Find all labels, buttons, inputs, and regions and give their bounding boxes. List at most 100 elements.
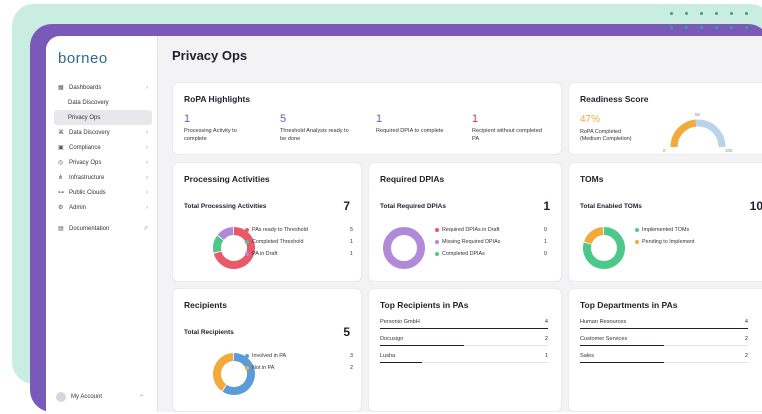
legend-item[interactable]: Missing Required DPIAs 1 [435, 236, 547, 248]
sidebar-item-data-discovery[interactable]: Data Discovery [46, 95, 158, 110]
legend-dot [635, 228, 639, 232]
chevron-right-icon: › [146, 144, 148, 151]
legend-item[interactable]: Completed DPIAs 0 [435, 248, 547, 260]
toms-donut-chart [583, 227, 625, 269]
list-item[interactable]: Lusha 1 [380, 353, 548, 367]
bar-fill [380, 328, 548, 329]
list-item-value: 4 [744, 319, 748, 325]
decorative-dot [745, 12, 748, 15]
decorative-dot [670, 26, 673, 29]
donut-segment[interactable] [383, 227, 425, 269]
logo: borneo [58, 50, 108, 67]
list-item[interactable]: Customer Services 2 [580, 336, 748, 350]
chevron-up-icon: ⌃ [138, 394, 144, 401]
ropa-label: Recipient without completed PA [472, 128, 542, 142]
card-title: Top Departments in PAs [580, 300, 678, 310]
chevron-right-icon: › [146, 159, 148, 166]
sidebar-item-infrastructure[interactable]: ⋔ Infrastructure › [46, 170, 158, 185]
recipients-card: Recipients Total Recipients 5 Involved i… [172, 288, 362, 412]
list-item[interactable]: Sales 2 [580, 353, 748, 367]
legend-label: Involved in PA [252, 353, 287, 359]
list-item-label: Customer Services [580, 336, 628, 342]
sidebar-item-dashboards[interactable]: ▦ Dashboards › [46, 80, 158, 95]
sidebar-item-label: Dashboards [69, 84, 102, 91]
list-item[interactable]: Personio GmbH 4 [380, 319, 548, 333]
sidebar-item-label: Privacy Ops [68, 114, 101, 121]
decorative-dot [715, 26, 718, 29]
chevron-right-icon: › [146, 84, 148, 91]
legend-item[interactable]: Completed Threshold 1 [245, 236, 353, 248]
donut-segment[interactable] [584, 227, 604, 245]
ropa-item[interactable]: 1 Processing Activity to complete [184, 113, 274, 143]
donut-segment[interactable] [213, 235, 224, 253]
chevron-right-icon: › [146, 174, 148, 181]
legend-item[interactable]: Not in PA 2 [245, 362, 353, 374]
sidebar-item-label: Compliance [69, 144, 101, 151]
card-total: 1 [543, 199, 550, 213]
decorative-dot [730, 12, 733, 15]
ropa-label: Processing Activity to complete [184, 128, 237, 142]
sidebar-item-admin[interactable]: ⚙ Admin › [46, 200, 158, 215]
legend-label: Completed DPIAs [442, 251, 485, 257]
toms-legend: Implemented TOMs8Pending to Implement2 [635, 224, 762, 248]
legend-label: Completed Threshold [252, 239, 304, 245]
page-title: Privacy Ops [172, 48, 248, 63]
legend-item[interactable]: PA in Draft 1 [245, 248, 353, 260]
ropa-item[interactable]: 1 Recipient without completed PA [472, 113, 562, 143]
card-subtitle: Total Required DPIAs [380, 203, 446, 210]
sidebar-item-label: Data Discovery [69, 129, 110, 136]
my-account-button[interactable]: My Account ⌃ [56, 390, 150, 404]
card-total: 10 [749, 199, 762, 213]
decorative-dot [700, 26, 703, 29]
sidebar-item-compliance[interactable]: ▣ Compliance › [46, 140, 158, 155]
card-title: Readiness Score [580, 94, 649, 104]
card-total: 7 [343, 199, 350, 213]
list-item-label: Personio GmbH [380, 319, 420, 325]
card-subtitle: Total Recipients [184, 329, 234, 336]
legend-item[interactable]: Involved in PA 3 [245, 350, 353, 362]
sidebar-item-data-discovery[interactable]: ⌘ Data Discovery › [46, 125, 158, 140]
legend-item[interactable]: Pending to Implement2 [635, 236, 762, 248]
infrastructure-icon: ⋔ [58, 175, 64, 181]
list-item[interactable]: Human Resources 4 [580, 319, 748, 333]
card-title: Processing Activities [184, 174, 270, 184]
legend-label: Missing Required DPIAs [442, 239, 501, 245]
sidebar-item-privacy-ops[interactable]: ◎ Privacy Ops › [46, 155, 158, 170]
dpias-legend: Required DPIAs in Draft 0 Missing Required… [435, 224, 547, 260]
processing-activities-card: Processing Activities Total Processing A… [172, 162, 362, 282]
sidebar-item-privacy-ops[interactable]: Privacy Ops [54, 110, 152, 125]
gauge-tick-label: 100 [725, 148, 733, 153]
list-item-label: Sales [580, 353, 594, 359]
legend-item[interactable]: PAs ready to Threshold 5 [245, 224, 353, 236]
list-item-value: 1 [544, 353, 548, 359]
list-item[interactable]: Docusign 2 [380, 336, 548, 350]
card-title: Recipients [184, 300, 227, 310]
decorative-dot [745, 26, 748, 29]
main-content: Privacy Ops RoPA Highlights 1 Processing… [158, 36, 762, 412]
sidebar-item-public-clouds[interactable]: ⊶ Public Clouds › [46, 185, 158, 200]
sidebar-item-documentation[interactable]: ▤ Documentation ↗ [46, 221, 158, 236]
donut-segment[interactable] [217, 227, 234, 241]
chevron-right-icon: › [146, 204, 148, 211]
required-dpias-card: Required DPIAs Total Required DPIAs 1 Re… [368, 162, 562, 282]
bar-fill [580, 362, 664, 363]
legend-item[interactable]: Implemented TOMs8 [635, 224, 762, 236]
sidebar-nav: ▦ Dashboards › Data Discovery Privacy Ops ⌘ Da… [46, 80, 158, 236]
ropa-item[interactable]: 5 Threshold Analysis ready to be done [280, 113, 370, 143]
legend-dot [245, 228, 249, 232]
legend-value: 0 [544, 251, 547, 257]
ropa-item[interactable]: 1 Required DPIA to complete [376, 113, 466, 136]
decorative-dot [730, 26, 733, 29]
document-icon: ▤ [58, 226, 64, 232]
legend-dot [435, 240, 439, 244]
donut-segment[interactable] [213, 353, 234, 391]
legend-label: PA in Draft [252, 251, 278, 257]
legend-item[interactable]: Required DPIAs in Draft 0 [435, 224, 547, 236]
legend-value: 1 [544, 239, 547, 245]
bar-fill [380, 362, 422, 363]
app-window: borneo ▦ Dashboards › Data Discovery Privacy… [46, 36, 762, 412]
cloud-icon: ⊶ [58, 190, 64, 196]
account-label: My Account [71, 394, 103, 400]
processing-legend: PAs ready to Threshold 5 Completed Thresho… [245, 224, 353, 260]
readiness-label: RoPA Completed [580, 129, 621, 135]
